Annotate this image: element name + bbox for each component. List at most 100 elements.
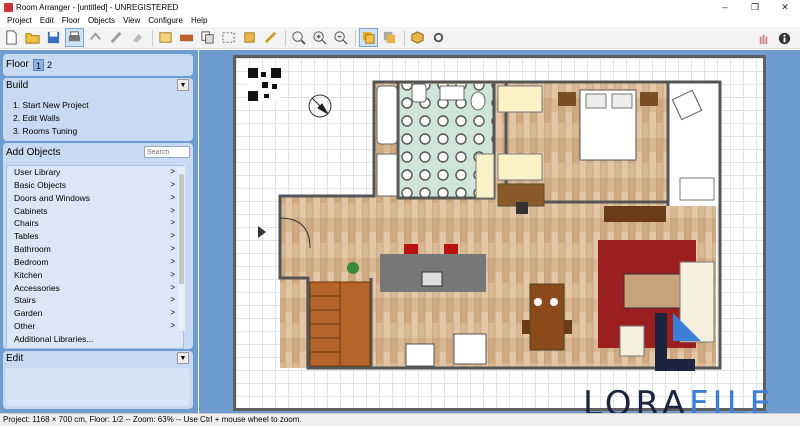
info-icon [778,32,791,45]
armchair[interactable] [619,325,645,357]
bricks-button[interactable] [177,28,196,47]
list-item-garden[interactable]: Garden > [7,307,183,320]
eraser-icon [132,33,143,43]
list-item-additional-libraries[interactable]: Additional Libraries... [7,333,183,346]
eraser-button[interactable] [128,28,147,47]
edit-walls-button[interactable] [156,28,175,47]
bathtub[interactable] [376,85,398,145]
watermark-logo-icon [655,313,701,371]
zoom-out-button[interactable] [331,28,350,47]
drawing-canvas[interactable] [199,50,800,413]
menu-view[interactable]: View [119,16,144,25]
pillow[interactable] [611,93,633,109]
list-item-doors-and-windows[interactable]: Doors and Windows > [7,192,183,205]
cabinet[interactable] [497,85,543,113]
list-item-kitchen[interactable]: Kitchen > [7,269,183,282]
menu-floor[interactable]: Floor [58,16,84,25]
minimize-button[interactable]: – [710,0,740,14]
group-button[interactable] [219,28,238,47]
menu-objects[interactable]: Objects [84,16,119,25]
toilet[interactable] [411,83,427,103]
zoom-in-icon [313,31,327,45]
floor-label: Floor [6,59,29,70]
printer-icon [68,31,81,42]
brush-button[interactable] [107,28,126,47]
undo-button[interactable] [86,28,105,47]
bath-sink[interactable] [439,85,465,101]
close-button[interactable]: ✕ [770,0,800,14]
pan-button[interactable] [754,29,773,48]
build-item-edit-walls[interactable]: 2. Edit Walls [3,112,193,125]
view-layers-button[interactable] [380,28,399,47]
shower[interactable] [376,153,398,197]
copy-icon [201,31,214,44]
chevron-right-icon: > [170,269,175,279]
list-item-tables[interactable]: Tables > [7,230,183,243]
list-item-cabinets[interactable]: Cabinets > [7,205,183,218]
floor-tab-2[interactable]: 2 [44,59,55,71]
washer[interactable] [453,333,487,365]
zoom-fit-button[interactable] [289,28,308,47]
desk-chair[interactable] [516,202,528,214]
menu-help[interactable]: Help [187,16,211,25]
new-project-button[interactable] [2,28,21,47]
pillow[interactable] [585,93,607,109]
layers-icon [362,31,375,44]
align-button[interactable] [240,28,259,47]
print-button[interactable] [65,28,84,47]
list-item-other[interactable]: Other > [7,320,183,333]
list-item-user-library[interactable]: User Library > [7,166,183,179]
zoom-in-button[interactable] [310,28,329,47]
status-bar: Project: 1168 × 700 cm, Floor: 1/2 -- Zo… [0,413,800,426]
stairs[interactable] [309,281,371,367]
menu-edit[interactable]: Edit [36,16,58,25]
bidet[interactable] [470,91,486,111]
view-3d-button[interactable] [408,28,427,47]
dining-table[interactable] [529,283,565,351]
list-item-accessories[interactable]: Accessories > [7,282,183,295]
bar-stool[interactable] [444,244,458,254]
list-item-bedroom[interactable]: Bedroom > [7,256,183,269]
fridge[interactable] [405,343,435,367]
object-list-scrollbar[interactable] [178,166,185,331]
nightstand[interactable] [640,92,658,106]
list-item-bathroom[interactable]: Bathroom > [7,243,183,256]
coffee-table[interactable] [623,273,681,309]
side-table[interactable] [679,177,715,201]
save-button[interactable] [44,28,63,47]
list-item-chairs[interactable]: Chairs > [7,217,183,230]
cabinet[interactable] [497,153,543,181]
build-item-start-new-project[interactable]: 1. Start New Project [3,99,193,112]
bar-stool[interactable] [404,244,418,254]
view-2d-button[interactable] [359,28,378,47]
measure-button[interactable] [261,28,280,47]
nightstand[interactable] [558,92,576,106]
edit-area [6,368,189,406]
copy-button[interactable] [198,28,217,47]
dining-chair[interactable] [564,320,572,334]
floor-tab-1[interactable]: 1 [33,59,44,71]
maximize-button[interactable]: ❐ [740,0,770,14]
build-collapse-button[interactable]: ▼ [177,79,189,91]
kitchen-sink[interactable] [421,271,443,287]
list-item-basic-objects[interactable]: Basic Objects > [7,179,183,192]
align-icon [244,32,255,43]
object-search-input[interactable] [144,146,190,158]
settings-3d-button[interactable] [429,28,448,47]
room-arranger-window: Room Arranger - [untitled] - UNREGISTERE… [0,0,800,426]
dresser[interactable] [604,206,666,222]
open-button[interactable] [23,28,42,47]
build-item-rooms-tuning[interactable]: 3. Rooms Tuning [3,125,193,138]
menu-configure[interactable]: Configure [144,16,187,25]
menu-project[interactable]: Project [3,16,36,25]
plant[interactable] [347,262,359,274]
app-icon [4,2,13,12]
dining-chair[interactable] [522,320,530,334]
info-button[interactable] [775,29,794,48]
cabinet[interactable] [475,153,495,199]
hand-icon [759,34,768,45]
scrollbar-thumb[interactable] [179,174,184,284]
list-item-stairs[interactable]: Stairs > [7,294,183,307]
edit-collapse-button[interactable]: ▼ [177,352,189,364]
compass-icon[interactable] [308,94,332,118]
